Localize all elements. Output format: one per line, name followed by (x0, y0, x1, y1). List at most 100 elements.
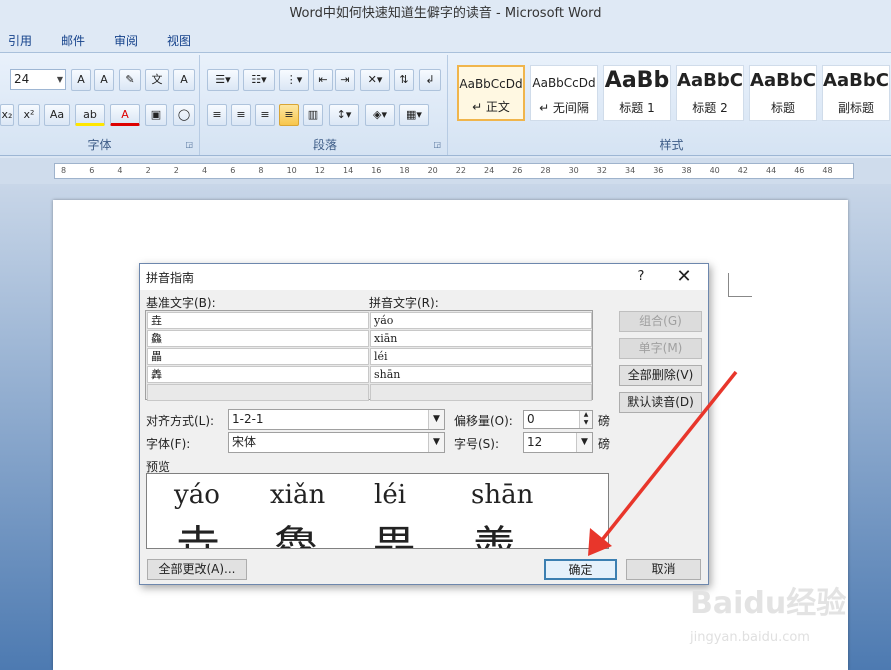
ruler-tick: 18 (399, 166, 410, 175)
size-label: 字号(S): (454, 437, 500, 451)
eraser-icon: ✎ (125, 73, 135, 86)
sort-icon: ⇅ (399, 73, 409, 86)
decrease-indent-button[interactable]: ⇤ (313, 69, 333, 91)
align-right-button[interactable]: ≡ (255, 104, 275, 126)
character-shading-button[interactable]: ▣ (145, 104, 167, 126)
close-icon: ✕ (676, 266, 692, 287)
offset-value: 0 (527, 412, 535, 426)
subscript-icon: x₂ (1, 108, 13, 121)
bullet-list-icon: ☰▾ (215, 73, 231, 86)
ruler-tick: 10 (286, 166, 297, 175)
preview-char: 垚 (175, 521, 221, 549)
numbering-button[interactable]: ☷▾ (243, 69, 275, 91)
offset-label: 偏移量(O): (454, 414, 513, 428)
default-reading-button[interactable]: 默认读音(D) (619, 392, 702, 413)
tab-view[interactable]: 视图 (167, 32, 191, 49)
base-text-cell[interactable]: 羴 (147, 366, 369, 383)
ruler-tick: 8 (258, 166, 264, 175)
change-case-button[interactable]: Aa (44, 104, 70, 126)
align-center-button[interactable]: ≡ (231, 104, 251, 126)
ruler-area: 8 6 4 2 2 4 6 8 10 12 14 16 18 20 22 24 26 28 30 32 34 36 38 40… (0, 158, 891, 184)
cancel-button[interactable]: 取消 (626, 559, 701, 580)
style-heading-2[interactable]: AaBbC 标题 2 (676, 65, 744, 121)
style-normal[interactable]: AaBbCcDd ↵ 正文 (457, 65, 525, 121)
font-select[interactable]: 宋体 ▼ (228, 432, 445, 453)
base-text-cell[interactable]: 鱻 (147, 330, 369, 347)
ruler-tick: 42 (737, 166, 748, 175)
distributed-button[interactable]: ▥ (303, 104, 323, 126)
increase-indent-button[interactable]: ⇥ (335, 69, 355, 91)
justify-button[interactable]: ≡ (279, 104, 299, 126)
align-left-button[interactable]: ≡ (207, 104, 227, 126)
ruler-tick: 6 (89, 166, 95, 175)
alignment-select[interactable]: 1-2-1 ▼ (228, 409, 445, 430)
offset-spinner[interactable]: 0 ▲ ▼ (523, 410, 593, 429)
font-dialog-launcher-icon[interactable]: ◲ (185, 140, 193, 149)
preview-pinyin: xiǎn (270, 480, 326, 510)
font-size-value: 24 (14, 72, 30, 86)
style-subtitle[interactable]: AaBbC 副标题 (822, 65, 890, 121)
enclose-char-button[interactable]: ◯ (173, 104, 195, 126)
sort-button[interactable]: ⇅ (394, 69, 414, 91)
style-no-spacing[interactable]: AaBbCcDd ↵ 无间隔 (530, 65, 598, 121)
phonetic-guide-button[interactable]: 文 (145, 69, 169, 91)
enclose-char-icon: ◯ (177, 108, 191, 121)
tab-references[interactable]: 引用 (8, 32, 32, 49)
line-spacing-icon: ↕▾ (336, 108, 352, 121)
multilevel-list-button[interactable]: ⋮▾ (279, 69, 309, 91)
shading-button[interactable]: ◈▾ (365, 104, 395, 126)
increase-indent-icon: ⇥ (340, 73, 350, 86)
paragraph-dialog-launcher-icon[interactable]: ◲ (433, 140, 441, 149)
subscript-button[interactable]: x₂ (0, 104, 14, 126)
styles-group: AaBbCcDd ↵ 正文 AaBbCcDd ↵ 无间隔 AaBb 标题 1 A… (452, 55, 891, 155)
help-button[interactable]: ? (631, 267, 651, 287)
show-marks-button[interactable]: ↲ (419, 69, 441, 91)
single-char-button[interactable]: 单字(M) (619, 338, 702, 359)
base-text-cell[interactable]: 畾 (147, 348, 369, 365)
ruby-text-cell[interactable]: xiān (370, 330, 592, 347)
tab-review[interactable]: 审阅 (114, 32, 138, 49)
base-text-cell[interactable]: 垚 (147, 312, 369, 329)
clear-format-button[interactable]: ✎ (119, 69, 141, 91)
window-title: Word中如何快速知道生僻字的读音 - Microsoft Word (289, 6, 602, 21)
font-label: 字体(F): (146, 437, 191, 451)
tab-mailings[interactable]: 邮件 (61, 32, 85, 49)
style-title[interactable]: AaBbC 标题 (749, 65, 817, 121)
watermark-brand: Baidu经验 (690, 586, 847, 621)
ruby-text-cell-empty (370, 384, 592, 401)
character-border-button[interactable]: A (173, 69, 195, 91)
font-size-select[interactable]: 24 ▼ (10, 69, 66, 90)
superscript-icon: x² (23, 108, 35, 121)
change-all-button[interactable]: 全部更改(A)... (147, 559, 247, 580)
group-button[interactable]: 组合(G) (619, 311, 702, 332)
change-case-icon: Aa (49, 108, 65, 121)
ruby-text-cell[interactable]: léi (370, 348, 592, 365)
style-heading-1[interactable]: AaBb 标题 1 (603, 65, 671, 121)
multilevel-list-icon: ⋮▾ (285, 73, 303, 86)
alignment-value: 1-2-1 (232, 412, 264, 426)
shrink-font-button[interactable]: A (94, 69, 114, 91)
ruler-tick: 2 (173, 166, 179, 175)
font-color-button[interactable]: A (110, 104, 140, 126)
spinner-arrows-icon[interactable]: ▲ ▼ (579, 411, 592, 428)
highlight-button[interactable]: ab (75, 104, 105, 126)
horizontal-ruler[interactable]: 8 6 4 2 2 4 6 8 10 12 14 16 18 20 22 24 26 28 30 32 34 36 38 40… (54, 163, 854, 179)
close-button[interactable]: ✕ (670, 266, 698, 288)
bullets-button[interactable]: ☰▾ (207, 69, 239, 91)
style-name: 副标题 (837, 101, 874, 115)
preview-char: 畾 (371, 521, 417, 549)
chinese-layout-button[interactable]: ✕▾ (360, 69, 390, 91)
ruler-tick: 28 (540, 166, 551, 175)
borders-button[interactable]: ▦▾ (399, 104, 429, 126)
clear-all-button[interactable]: 全部删除(V) (619, 365, 702, 386)
ruby-text-cell[interactable]: shān (370, 366, 592, 383)
size-select[interactable]: 12 ▼ (523, 432, 593, 453)
superscript-button[interactable]: x² (18, 104, 40, 126)
line-spacing-button[interactable]: ↕▾ (329, 104, 359, 126)
ruler-tick: 20 (427, 166, 438, 175)
align-left-icon: ≡ (212, 108, 222, 121)
ok-button[interactable]: 确定 (544, 559, 617, 580)
grow-font-button[interactable]: A (71, 69, 91, 91)
ruby-text-cell[interactable]: yáo (370, 312, 592, 329)
ruler-tick: 4 (117, 166, 123, 175)
